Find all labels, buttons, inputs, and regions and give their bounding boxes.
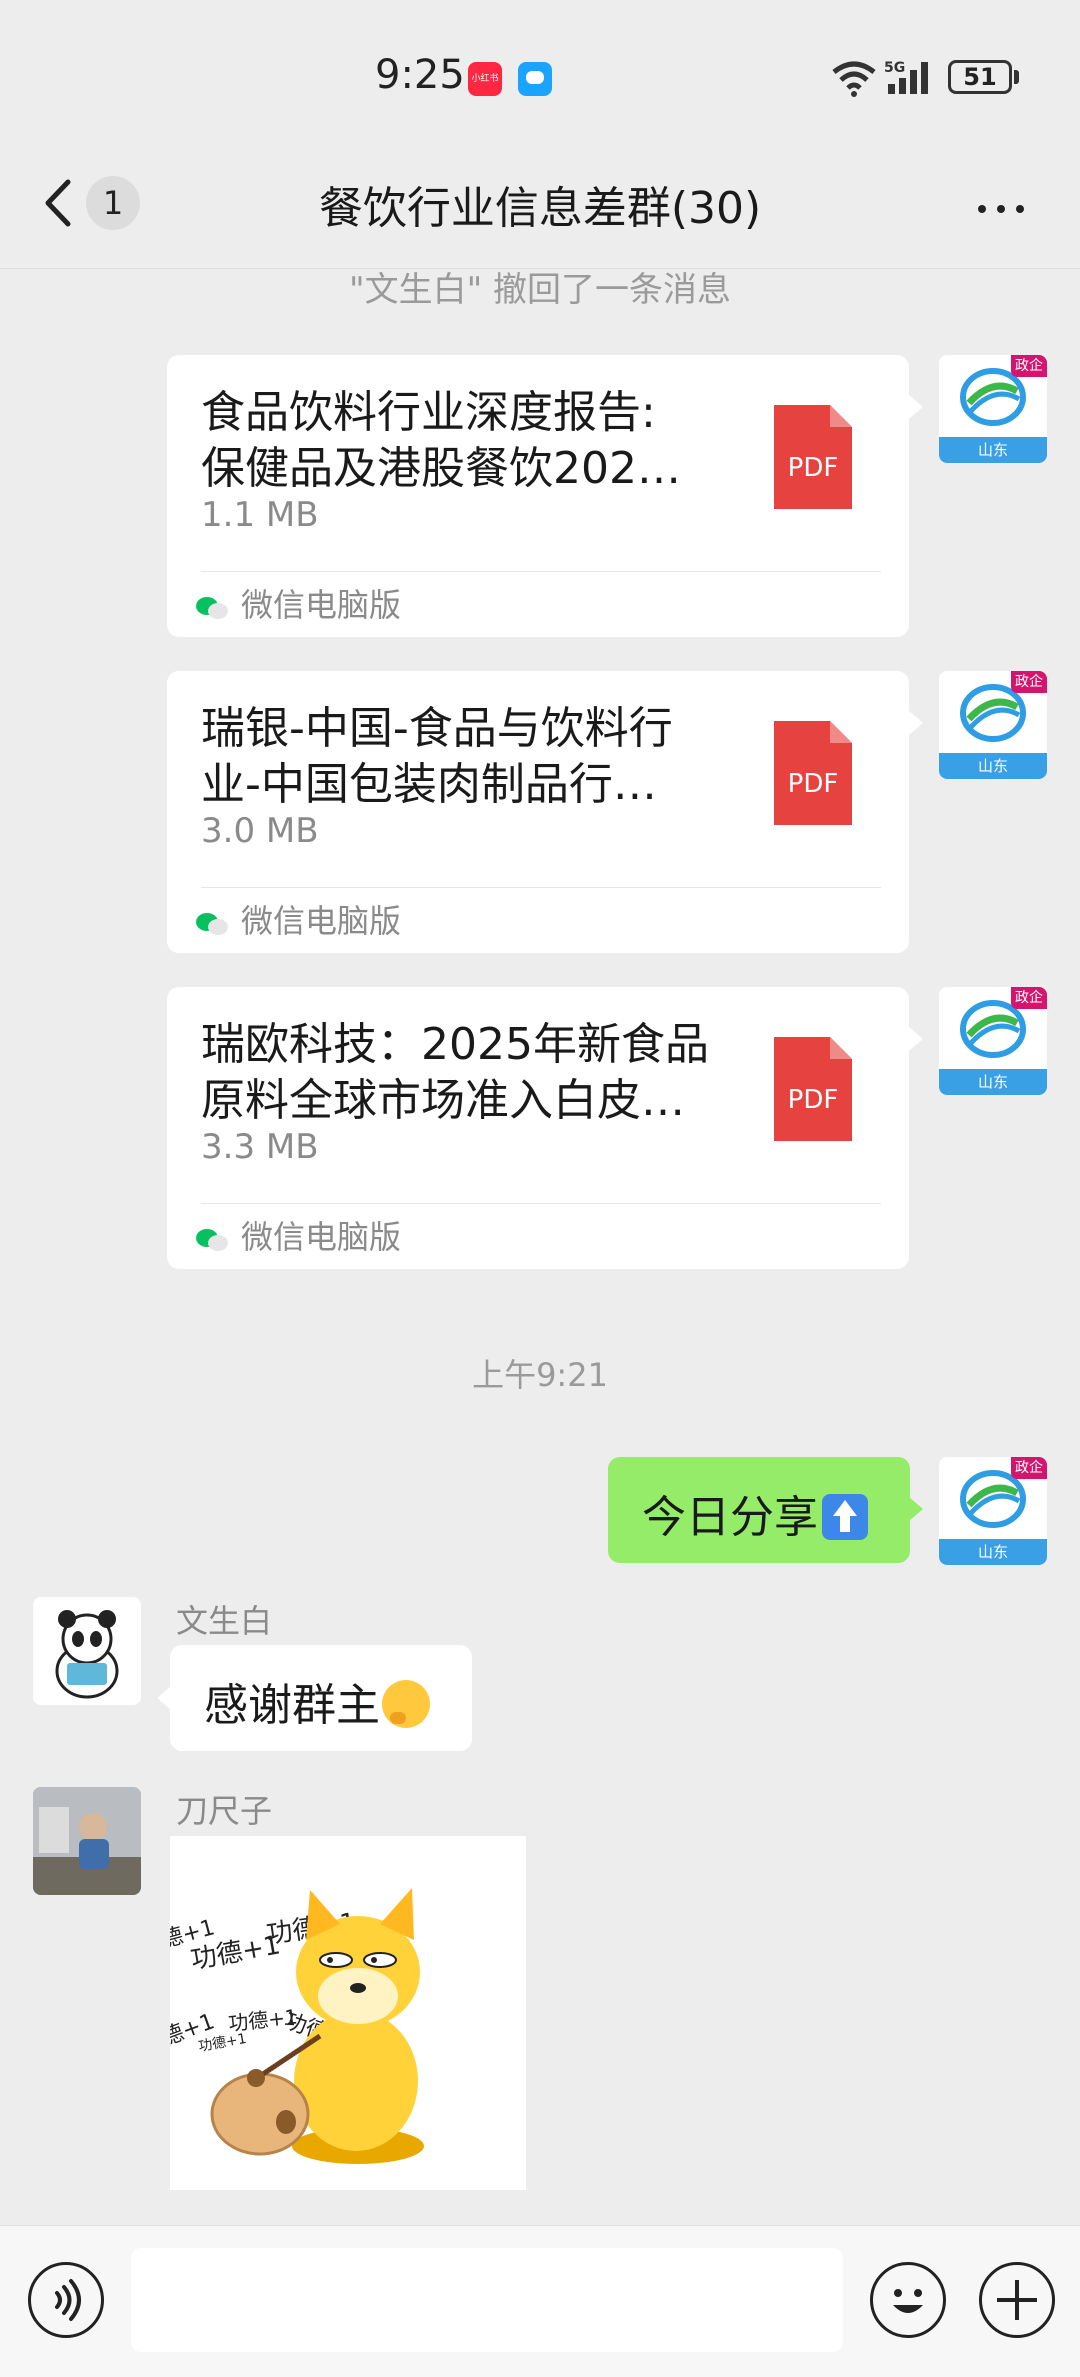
message-notification-icon <box>518 62 552 96</box>
file-message-card[interactable]: 瑞银-中国-食品与饮料行 业-中国包装肉制品行… 3.0 MB PDF 微信电脑版 <box>167 671 909 953</box>
person-photo-avatar-icon <box>33 1787 141 1895</box>
card-divider <box>201 887 881 888</box>
more-options-icon[interactable] <box>978 198 1035 217</box>
battery-tip <box>1014 70 1019 84</box>
time-divider: 上午9:21 <box>472 1356 608 1394</box>
file-size: 1.1 MB <box>201 495 319 535</box>
pdf-label: PDF <box>787 769 839 799</box>
group-chat-title[interactable]: 餐饮行业信息差群(30) <box>200 172 880 236</box>
my-avatar[interactable]: 政企 山东 <box>939 671 1047 779</box>
voice-icon <box>55 2279 81 2321</box>
file-source-label: 微信电脑版 <box>241 586 402 624</box>
plus-icon <box>997 2280 1037 2320</box>
file-source-label: 微信电脑版 <box>241 1218 402 1256</box>
sender-name: 文生白 <box>176 1602 273 1640</box>
cellular-signal-icon: 5G <box>884 60 928 94</box>
back-arrow-icon[interactable] <box>40 178 76 228</box>
emoji-button[interactable] <box>870 2262 946 2338</box>
card-divider <box>201 571 881 572</box>
region-label: 山东 <box>939 1069 1047 1095</box>
doge-wooden-fish-sticker-icon <box>210 1888 424 2164</box>
file-size: 3.3 MB <box>201 1127 319 1167</box>
message-input[interactable] <box>131 2248 843 2352</box>
enterprise-tag: 政企 <box>1011 987 1047 1009</box>
bubble-tail <box>909 1497 923 1521</box>
recall-notice: "文生白" 撤回了一条消息 <box>348 270 732 310</box>
my-avatar[interactable]: 政企 山东 <box>939 987 1047 1095</box>
region-label: 山东 <box>939 437 1047 463</box>
file-message-card[interactable]: 食品饮料行业深度报告: 保健品及港股餐饮202… 1.1 MB PDF 微信电脑版 <box>167 355 909 637</box>
thinking-face-emoji-icon <box>382 1680 430 1728</box>
voice-input-button[interactable] <box>28 2262 104 2338</box>
file-message-card[interactable]: 瑞欧科技：2025年新食品 原料全球市场准入白皮… 3.3 MB PDF 微信电脑… <box>167 987 909 1269</box>
message-text: 感谢群主 <box>204 1680 380 1731</box>
enterprise-tag: 政企 <box>1011 671 1047 693</box>
received-message-bubble[interactable]: 感谢群主 <box>170 1645 472 1751</box>
message-text: 今日分享 <box>642 1492 818 1543</box>
my-avatar[interactable]: 政企 山东 <box>939 1457 1047 1565</box>
network-type-label: 5G <box>884 60 905 76</box>
pdf-label: PDF <box>787 453 839 483</box>
wechat-logo-icon <box>196 913 228 935</box>
my-avatar[interactable]: 政企 山东 <box>939 355 1047 463</box>
card-divider <box>201 1203 881 1204</box>
file-name: 食品饮料行业深度报告: 保健品及港股餐饮202… <box>201 387 681 494</box>
sender-name: 刀尺子 <box>176 1792 273 1830</box>
bubble-tail <box>909 1027 923 1051</box>
unread-count-badge[interactable]: 1 <box>86 176 140 230</box>
wechat-logo-icon <box>196 1229 228 1251</box>
sender-avatar[interactable] <box>33 1787 141 1895</box>
bubble-tail <box>157 1686 171 1710</box>
status-time: 9:25 <box>375 52 465 98</box>
more-functions-button[interactable] <box>979 2262 1055 2338</box>
region-label: 山东 <box>939 1539 1047 1565</box>
file-name: 瑞银-中国-食品与饮料行 业-中国包装肉制品行… <box>201 703 673 810</box>
enterprise-tag: 政企 <box>1011 355 1047 377</box>
file-size: 3.0 MB <box>201 811 319 851</box>
panda-avatar-icon <box>55 1610 119 1699</box>
xiaohongshu-notification-icon: 小红书 <box>468 62 502 96</box>
sticker-message[interactable]: 德+1 功德+1 功德+1 德+1 功德+1 功德+1 功德+1 <box>170 1836 526 2190</box>
bubble-tail <box>909 395 923 419</box>
battery-indicator: 51 <box>948 60 1012 94</box>
up-arrow-emoji-icon <box>822 1494 868 1540</box>
wifi-icon <box>832 61 876 97</box>
sender-avatar[interactable] <box>33 1597 141 1705</box>
sent-message-bubble[interactable]: 今日分享 <box>608 1457 910 1563</box>
wechat-logo-icon <box>196 597 228 619</box>
bubble-tail <box>909 711 923 735</box>
enterprise-tag: 政企 <box>1011 1457 1047 1479</box>
region-label: 山东 <box>939 753 1047 779</box>
pdf-label: PDF <box>787 1085 839 1115</box>
smiley-face-icon <box>893 2289 923 2313</box>
file-source-label: 微信电脑版 <box>241 902 402 940</box>
file-name: 瑞欧科技：2025年新食品 原料全球市场准入白皮… <box>201 1019 709 1126</box>
